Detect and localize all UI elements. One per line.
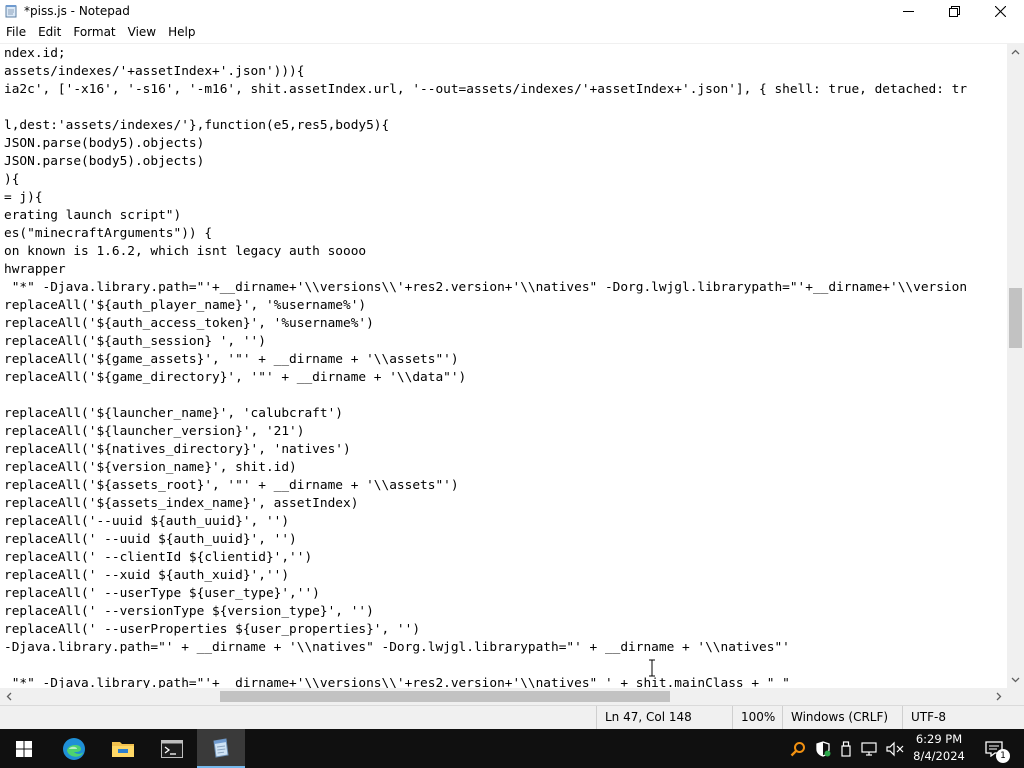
taskbar-edge[interactable] bbox=[50, 729, 98, 768]
search-icon bbox=[790, 741, 805, 756]
code-line: replaceAll(' --xuid ${auth_xuid}','') bbox=[4, 568, 290, 583]
taskbar: 6:29 PM 8/4/2024 1 bbox=[0, 729, 1024, 768]
code-line: "*" -Djava.library.path="'+__dirname+'\\… bbox=[4, 280, 968, 295]
file-explorer-icon bbox=[112, 741, 134, 757]
terminal-icon bbox=[161, 739, 183, 758]
clock-date: 8/4/2024 bbox=[913, 749, 965, 763]
tray-volume[interactable] bbox=[884, 729, 906, 768]
vertical-scrollbar[interactable] bbox=[1007, 43, 1024, 688]
code-line: assets/indexes/'+assetIndex+'.json'))){ bbox=[4, 64, 305, 79]
scroll-up-button[interactable] bbox=[1007, 43, 1024, 60]
maximize-button[interactable] bbox=[931, 0, 977, 22]
code-line: JSON.parse(body5).objects) bbox=[4, 136, 205, 151]
window-title: *piss.js - Notepad bbox=[24, 4, 130, 18]
code-line: replaceAll('${assets_index_name}', asset… bbox=[4, 496, 359, 511]
code-line: replaceAll('--uuid ${auth_uuid}', '') bbox=[4, 514, 290, 529]
menu-format[interactable]: Format bbox=[67, 22, 121, 42]
tray-search[interactable] bbox=[788, 729, 808, 768]
code-line: ia2c', ['-x16', '-s16', '-m16', shit.ass… bbox=[4, 82, 968, 97]
code-line: replaceAll(' --uuid ${auth_uuid}', '') bbox=[4, 532, 297, 547]
scroll-right-button[interactable] bbox=[990, 688, 1007, 705]
minimize-icon bbox=[902, 10, 914, 12]
horizontal-scroll-thumb[interactable] bbox=[220, 691, 670, 702]
code-line: hwrapper bbox=[4, 262, 66, 277]
code-line: replaceAll(' --userType ${user_type}',''… bbox=[4, 586, 320, 601]
taskbar-terminal[interactable] bbox=[148, 729, 196, 768]
vertical-scroll-thumb[interactable] bbox=[1009, 288, 1022, 348]
code-line: replaceAll('${launcher_name}', 'calubcra… bbox=[4, 406, 343, 421]
status-bar: Ln 47, Col 148 100% Windows (CRLF) UTF-8 bbox=[0, 705, 1024, 729]
code-line: replaceAll('${launcher_version}', '21') bbox=[4, 424, 305, 439]
code-line: replaceAll('${game_directory}', '"' + __… bbox=[4, 370, 467, 385]
chevron-right-icon bbox=[996, 692, 1001, 701]
line-ending: Windows (CRLF) bbox=[782, 706, 902, 729]
code-line: replaceAll('${auth_session} ', '') bbox=[4, 334, 266, 349]
start-icon bbox=[16, 740, 32, 757]
network-icon bbox=[861, 741, 877, 756]
scroll-left-button[interactable] bbox=[0, 688, 17, 705]
code-line: es("minecraftArguments")) { bbox=[4, 226, 213, 241]
menu-help[interactable]: Help bbox=[162, 22, 201, 42]
code-line: erating launch script") bbox=[4, 208, 182, 223]
close-button[interactable] bbox=[977, 0, 1023, 22]
code-line: replaceAll('${version_name}', shit.id) bbox=[4, 460, 297, 475]
close-icon bbox=[994, 5, 1006, 17]
title-bar: *piss.js - Notepad bbox=[0, 0, 1024, 22]
shield-icon bbox=[816, 740, 831, 757]
edge-icon bbox=[63, 737, 85, 760]
code-line: replaceAll('${game_assets}', '"' + __dir… bbox=[4, 352, 459, 367]
tray-defender[interactable] bbox=[812, 729, 834, 768]
code-line: replaceAll('${assets_root}', '"' + __dir… bbox=[4, 478, 459, 493]
chevron-left-icon bbox=[6, 692, 11, 701]
code-line: "*" -Djava.library.path="'+__dirname+'\\… bbox=[4, 676, 790, 688]
menu-file[interactable]: File bbox=[0, 22, 32, 42]
tray-network[interactable] bbox=[859, 729, 881, 768]
volume-muted-icon bbox=[886, 741, 904, 756]
encoding: UTF-8 bbox=[902, 706, 1024, 729]
code-line: l,dest:'assets/indexes/'},function(e5,re… bbox=[4, 118, 390, 133]
notepad-icon bbox=[213, 737, 229, 758]
notepad-icon bbox=[5, 5, 17, 18]
chevron-down-icon bbox=[1011, 677, 1020, 682]
menu-bar: File Edit Format View Help bbox=[0, 22, 1024, 42]
menu-edit[interactable]: Edit bbox=[32, 22, 67, 42]
usb-drive-icon bbox=[841, 740, 851, 757]
scrollbar-corner bbox=[1007, 688, 1024, 705]
code-line: = j){ bbox=[4, 190, 43, 205]
tray-usb[interactable] bbox=[836, 729, 856, 768]
code-line: replaceAll(' --userProperties ${user_pro… bbox=[4, 622, 421, 637]
code-line: JSON.parse(body5).objects) bbox=[4, 154, 205, 169]
code-line: replaceAll('${auth_access_token}', '%use… bbox=[4, 316, 374, 331]
scroll-down-button[interactable] bbox=[1007, 671, 1024, 688]
horizontal-scrollbar[interactable] bbox=[0, 688, 1007, 705]
cursor-position: Ln 47, Col 148 bbox=[596, 706, 732, 729]
code-line: replaceAll(' --versionType ${version_typ… bbox=[4, 604, 374, 619]
code-line: on known is 1.6.2, which isnt legacy aut… bbox=[4, 244, 367, 259]
start-button[interactable] bbox=[0, 729, 48, 768]
taskbar-notepad[interactable] bbox=[197, 729, 245, 768]
clock-time: 6:29 PM bbox=[915, 732, 963, 746]
menu-view[interactable]: View bbox=[122, 22, 162, 42]
code-line: replaceAll('${natives_directory}', 'nati… bbox=[4, 442, 351, 457]
code-line: replaceAll('${auth_player_name}', '%user… bbox=[4, 298, 367, 313]
taskbar-clock[interactable]: 6:29 PM 8/4/2024 bbox=[908, 731, 970, 767]
zoom-level: 100% bbox=[732, 706, 782, 729]
taskbar-file-explorer[interactable] bbox=[99, 729, 147, 768]
text-cursor-icon bbox=[649, 659, 655, 677]
chevron-up-icon bbox=[1011, 49, 1020, 54]
code-line: ){ bbox=[4, 172, 20, 187]
code-line: ndex.id; bbox=[4, 46, 66, 61]
code-line: replaceAll(' --clientId ${clientid}','') bbox=[4, 550, 313, 565]
minimize-button[interactable] bbox=[885, 0, 931, 22]
notification-count-badge: 1 bbox=[996, 749, 1010, 763]
text-editor[interactable]: ndex.id; assets/indexes/'+assetIndex+'.j… bbox=[0, 43, 1007, 688]
code-line: -Djava.library.path="' + __dirname + '\\… bbox=[4, 640, 790, 655]
restore-icon bbox=[948, 5, 960, 17]
